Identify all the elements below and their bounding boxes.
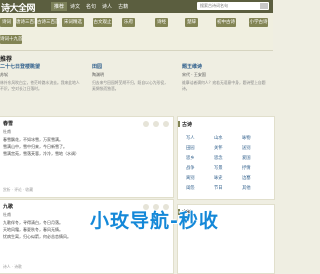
- poem-line: 春雪飘花，不如冰雪，万家雪满。: [3, 137, 63, 142]
- poem-footer[interactable]: 诗人 · 诗歌: [3, 264, 22, 270]
- category-link[interactable]: 离别: [186, 175, 195, 181]
- copy-icon[interactable]: [153, 121, 159, 127]
- category-link[interactable]: 边塞: [242, 175, 251, 181]
- category-link[interactable]: 思乡: [186, 155, 195, 161]
- category-link[interactable]: 咏物: [242, 135, 251, 141]
- tag-item[interactable]: 小学古诗: [249, 18, 268, 27]
- hot-desc: 归去来兮田园将芜胡不归，既自以心为形役，奚惆怅而独悲。: [92, 80, 168, 91]
- hot-title[interactable]: 二十七日登楼眺望: [0, 63, 80, 70]
- nav-item-quotes[interactable]: 名句: [83, 2, 99, 11]
- category-link[interactable]: 思念: [214, 155, 223, 161]
- category-link[interactable]: 其他: [242, 185, 251, 191]
- nav-item-poets[interactable]: 诗人: [99, 2, 115, 11]
- category-link[interactable]: 爱国: [242, 155, 251, 161]
- category-link[interactable]: 送别: [242, 145, 251, 151]
- category-link[interactable]: 田园: [186, 145, 195, 151]
- nav-item-classics[interactable]: 古籍: [115, 2, 131, 11]
- tag-item[interactable]: 古文观止: [93, 18, 112, 27]
- sidebar-category: 古诗 写人 山水 咏物 田园 关怀 送别 思乡 思念 爱国 战争 写景 抒情 离…: [177, 116, 275, 200]
- sidebar-title: 古诗: [182, 122, 193, 128]
- poem-author[interactable]: 杜甫: [3, 212, 11, 218]
- hot-card[interactable]: 二十七日登楼眺望 苏轼 林外东风吹白尘，苍茫岭路水流去。我来此地人不识，空对长江…: [0, 63, 80, 96]
- nav-item-recommend[interactable]: 推荐: [51, 2, 68, 11]
- poem-line: 天地风霜，春夏秋冬，春风无情。: [3, 227, 63, 232]
- category-link[interactable]: 咏史: [214, 175, 223, 181]
- poem-title[interactable]: 九歌: [3, 203, 13, 210]
- hot-title[interactable]: 田园: [92, 63, 170, 70]
- tag-item[interactable]: 乐府: [122, 18, 135, 27]
- search-button[interactable]: [260, 3, 268, 9]
- category-link[interactable]: 节日: [214, 185, 223, 191]
- tag-item[interactable]: 唐诗三百首: [16, 18, 39, 27]
- tag-item[interactable]: 诗词: [0, 18, 13, 27]
- poem-author[interactable]: 杜甫: [3, 129, 11, 135]
- nav-item-poems[interactable]: 诗文: [67, 2, 83, 11]
- main-nav: 推荐 诗文 名句 诗人 古籍: [51, 2, 131, 11]
- hot-author: 苏轼: [0, 72, 8, 77]
- poem-line: 忧病生离，归心似箭，何必苦恋情风。: [3, 234, 71, 239]
- section-title: 推荐: [0, 56, 13, 63]
- tag-item[interactable]: 初中古诗: [216, 18, 236, 27]
- poem-line: 雪满宫苑，雪落芙蓉，冷冷，雪地（水调）: [3, 151, 79, 156]
- tag-bar: 诗词 唐诗三百首 古诗三百首 宋词精选 古文观止 乐府 诗经 楚辞 初中古诗 小…: [0, 13, 273, 51]
- poem-footer[interactable]: 赏析 · 评论 · 收藏: [3, 187, 33, 193]
- category-link[interactable]: 山水: [214, 135, 223, 141]
- poem-line: 雪满山中，雪中归来，今日新雪了。: [3, 144, 67, 149]
- hot-title[interactable]: 题王维诗: [182, 63, 270, 70]
- poem-card: 春雪 杜甫 春雪飘花，不如冰雪，万家雪满。 雪满山中，雪中归来，今日新雪了。 雪…: [0, 116, 174, 198]
- like-icon[interactable]: [143, 121, 149, 127]
- category-link[interactable]: 闺怨: [186, 185, 195, 191]
- category-link[interactable]: 战争: [186, 165, 195, 171]
- tag-item[interactable]: 古诗三百首: [37, 18, 60, 27]
- search-input[interactable]: [197, 2, 258, 9]
- hot-author: 陶渊明: [92, 72, 104, 77]
- hot-author: 宋代 · 王安国: [182, 72, 206, 77]
- search-box: [197, 2, 269, 10]
- poem-actions: [143, 121, 169, 127]
- tag-item[interactable]: 宋词精选: [62, 18, 84, 27]
- watermark: 小玫导航-秒收: [90, 210, 219, 232]
- hot-card[interactable]: 田园 陶渊明 归去来兮田园将芜胡不归，既自以心为形役，奚惆怅而独悲。: [92, 63, 170, 96]
- sidebar-accent: [178, 121, 180, 127]
- top-bar: 诗大全网 推荐 诗文 名句 诗人 古籍: [0, 0, 273, 14]
- category-link[interactable]: 写人: [186, 135, 195, 141]
- hot-desc: 林外东风吹白尘，苍茫岭路水流去。我来此地人不识，空对长江日落时。: [0, 80, 80, 91]
- hot-card[interactable]: 题王维诗 宋代 · 王安国 维摩诘者谓何人？宛若无语意中身，题诗壁上自题诗。: [182, 63, 270, 96]
- poem-line: 九歌伴冬，寻得清白，冬日月落。: [3, 220, 63, 225]
- tag-item[interactable]: 诗词十九首: [0, 35, 23, 44]
- share-icon[interactable]: [163, 121, 169, 127]
- category-link[interactable]: 关怀: [214, 145, 223, 151]
- category-link[interactable]: 抒情: [242, 165, 251, 171]
- poem-title[interactable]: 春雪: [3, 120, 13, 127]
- category-link[interactable]: 写景: [214, 165, 223, 171]
- tag-item[interactable]: 诗经: [155, 18, 168, 27]
- hot-desc: 维摩诘者谓何人？宛若无语意中身，题诗壁上自题诗。: [182, 80, 266, 91]
- tag-item[interactable]: 楚辞: [185, 18, 198, 27]
